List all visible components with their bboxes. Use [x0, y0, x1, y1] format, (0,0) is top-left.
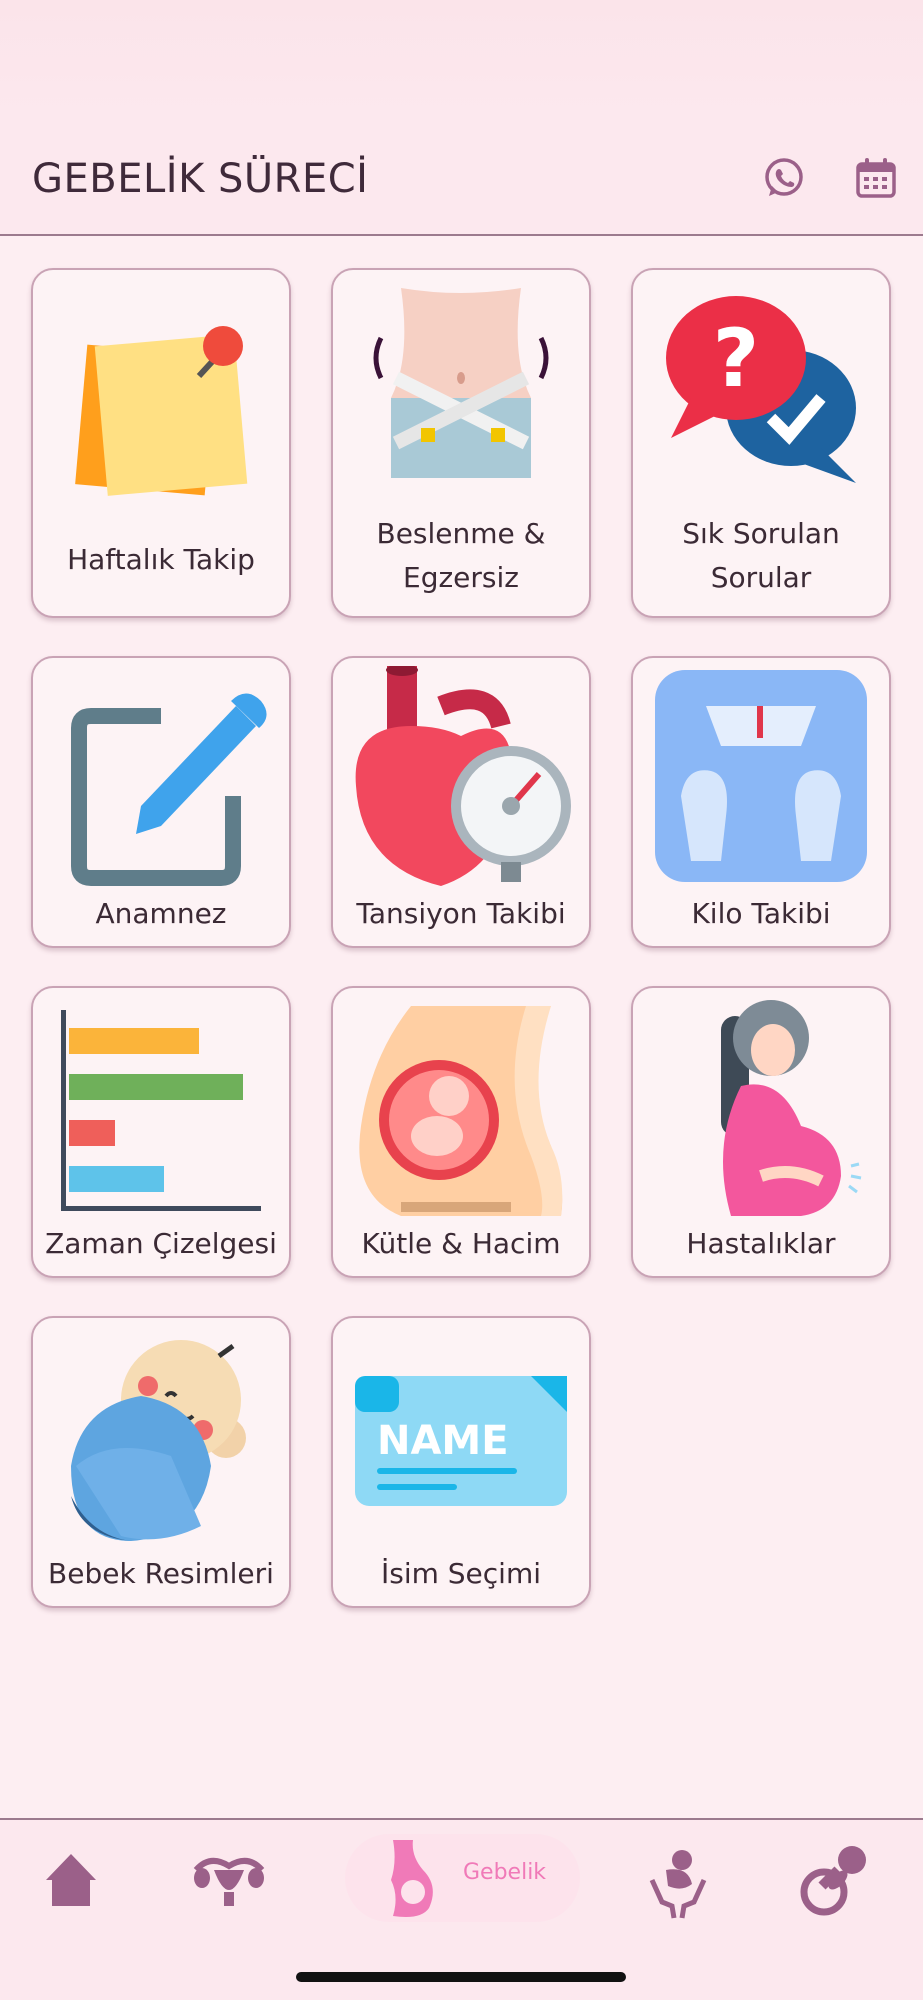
home-icon[interactable]	[40, 1840, 102, 1920]
calendar-icon[interactable]	[852, 154, 900, 202]
pregnant-woman-icon	[651, 996, 871, 1224]
faq-bubbles-icon: ?	[651, 278, 871, 506]
card-label-line1: Beslenme &	[376, 517, 546, 550]
nav-label-gebelik: Gebelik	[463, 1860, 547, 1885]
card-label: İsim Seçimi	[380, 1557, 542, 1590]
card-label-line1: Sık Sorulan	[682, 517, 840, 550]
weight-scale-icon	[651, 666, 871, 894]
edit-note-icon	[51, 666, 271, 894]
card-isim-secimi[interactable]: NAME İsim Seçimi	[331, 1316, 591, 1608]
sticky-notes-pin-icon	[51, 278, 271, 506]
card-label: Tansiyon Takibi	[356, 897, 566, 930]
card-label: Anamnez	[95, 897, 227, 930]
pregnant-belly-fetus-icon	[351, 996, 571, 1224]
page-title: GEBELİK SÜRECİ	[32, 156, 369, 202]
pregnancy-icon	[383, 1836, 443, 1920]
whatsapp-icon[interactable]	[760, 154, 808, 202]
card-anamnez[interactable]: Anamnez	[31, 656, 291, 948]
card-label: Hastalıklar	[686, 1227, 836, 1260]
svg-text:NAME: NAME	[377, 1418, 509, 1464]
waist-measure-icon	[351, 278, 571, 506]
swaddled-baby-icon	[51, 1326, 271, 1554]
card-label: Kilo Takibi	[691, 897, 831, 930]
home-indicator	[296, 1972, 626, 1982]
uterus-icon[interactable]	[190, 1840, 268, 1920]
card-kutle-hacim[interactable]: Kütle & Hacim	[331, 986, 591, 1278]
status-bar-area	[0, 0, 923, 120]
card-haftalik-takip[interactable]: Haftalık Takip	[31, 268, 291, 618]
card-kilo-takibi[interactable]: Kilo Takibi	[631, 656, 891, 948]
svg-text:?: ?	[713, 312, 759, 405]
card-label: Bebek Resimleri	[48, 1557, 274, 1590]
card-beslenme-egzersiz[interactable]: Beslenme & Egzersiz	[331, 268, 591, 618]
heart-gauge-icon	[351, 664, 571, 894]
card-tansiyon-takibi[interactable]: Tansiyon Takibi	[331, 656, 591, 948]
name-tag-icon: NAME	[351, 1326, 571, 1554]
card-label: Zaman Çizelgesi	[45, 1227, 277, 1260]
pacifier-icon[interactable]	[798, 1840, 874, 1920]
baby-care-hands-icon[interactable]	[648, 1840, 708, 1920]
app-header: GEBELİK SÜRECİ	[0, 120, 923, 236]
card-zaman-cizelgesi[interactable]: Zaman Çizelgesi	[31, 986, 291, 1278]
card-sik-sorulan-sorular[interactable]: ? Sık Sorulan Sorular	[631, 268, 891, 618]
card-label: Haftalık Takip	[67, 543, 255, 576]
card-label: Kütle & Hacim	[361, 1227, 561, 1260]
card-bebek-resimleri[interactable]: Bebek Resimleri	[31, 1316, 291, 1608]
card-hastaliklar[interactable]: Hastalıklar	[631, 986, 891, 1278]
card-label-line2: Egzersiz	[403, 561, 519, 594]
nav-item-gebelik[interactable]: Gebelik	[345, 1834, 580, 1922]
bar-timeline-icon	[51, 996, 271, 1224]
card-label-line2: Sorular	[710, 561, 812, 594]
